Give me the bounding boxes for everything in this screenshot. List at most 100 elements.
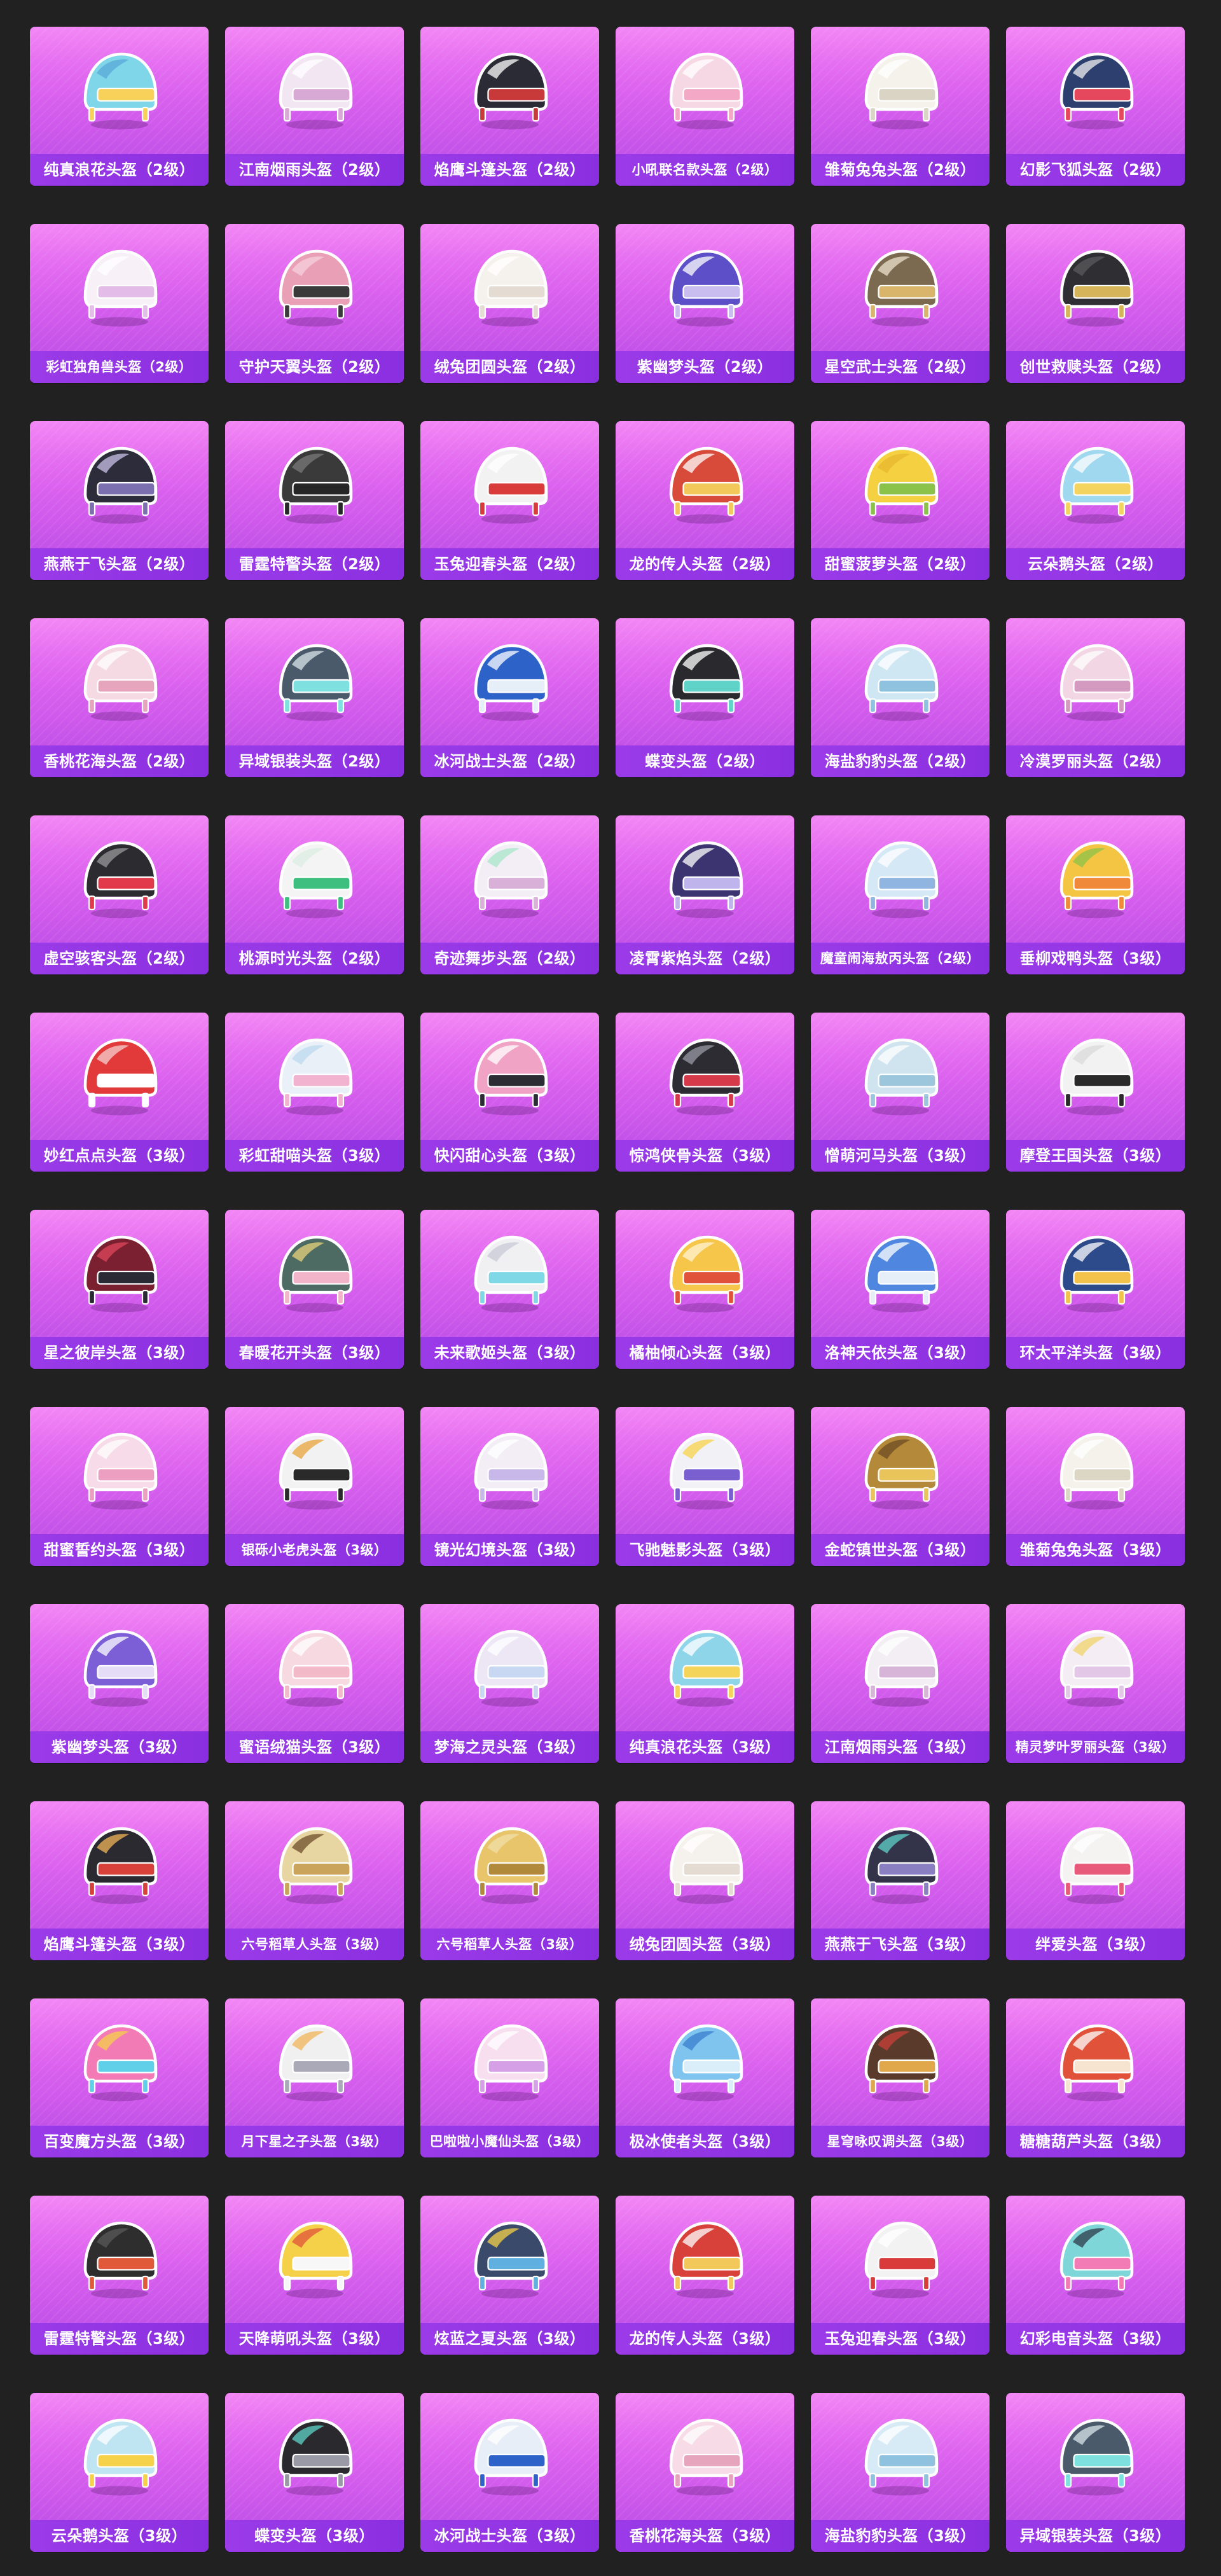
helmet-card[interactable]: 虚空骇客头盔（2级） [30,815,209,974]
helmet-name-label: 甜蜜誓约头盔（3级） [30,1534,209,1566]
helmet-card[interactable]: 雷霆特警头盔（3级） [30,2196,209,2355]
helmet-name-label: 巴啦啦小魔仙头盔（3级） [420,2126,599,2157]
helmet-card[interactable]: 垂柳戏鸭头盔（3级） [1006,815,1185,974]
helmet-card[interactable]: 创世救赎头盔（2级） [1006,224,1185,383]
helmet-card[interactable]: 绒兔团圆头盔（3级） [616,1801,794,1960]
helmet-card[interactable]: 云朵鹅头盔（2级） [1006,421,1185,580]
helmet-card[interactable]: 紫幽梦头盔（2级） [616,224,794,383]
helmet-card[interactable]: 龙的传人头盔（2级） [616,421,794,580]
helmet-card[interactable]: 龙的传人头盔（3级） [616,2196,794,2355]
helmet-card[interactable]: 冰河战士头盔（3级） [420,2393,599,2552]
helmet-card[interactable]: 月下星之子头盔（3级） [225,1998,404,2157]
helmet-card[interactable]: 幻彩电音头盔（3级） [1006,2196,1185,2355]
helmet-card[interactable]: 海盐豹豹头盔（3级） [811,2393,990,2552]
helmet-card[interactable]: 巴啦啦小魔仙头盔（3级） [420,1998,599,2157]
helmet-card[interactable]: 蝶变头盔（2级） [616,618,794,777]
helmet-card[interactable]: 冰河战士头盔（2级） [420,618,599,777]
helmet-card[interactable]: 冷漠罗丽头盔（2级） [1006,618,1185,777]
helmet-card[interactable]: 摩登王国头盔（3级） [1006,1013,1185,1172]
helmet-card[interactable]: 绊爱头盔（3级） [1006,1801,1185,1960]
helmet-card[interactable]: 凌霄紫焰头盔（2级） [616,815,794,974]
helmet-card[interactable]: 星之彼岸头盔（3级） [30,1210,209,1369]
helmet-name-label: 彩虹甜喵头盔（3级） [225,1140,404,1172]
helmet-card[interactable]: 环太平洋头盔（3级） [1006,1210,1185,1369]
helmet-card[interactable]: 蜜语绒猫头盔（3级） [225,1604,404,1763]
helmet-icon [83,1235,157,1313]
helmet-name-label: 镜光幻境头盔（3级） [420,1534,599,1566]
helmet-card[interactable]: 洛神天依头盔（3级） [811,1210,990,1369]
helmet-name-label: 香桃花海头盔（2级） [30,745,209,777]
helmet-card[interactable]: 炫蓝之夏头盔（3级） [420,2196,599,2355]
helmet-icon [279,841,352,918]
helmet-card[interactable]: 香桃花海头盔（3级） [616,2393,794,2552]
helmet-card[interactable]: 镜光幻境头盔（3级） [420,1407,599,1566]
helmet-card[interactable]: 幻影飞狐头盔（2级） [1006,27,1185,186]
helmet-card[interactable]: 香桃花海头盔（2级） [30,618,209,777]
helmet-card[interactable]: 甜蜜誓约头盔（3级） [30,1407,209,1566]
helmet-card[interactable]: 奇迹舞步头盔（2级） [420,815,599,974]
helmet-card[interactable]: 甜蜜菠萝头盔（2级） [811,421,990,580]
helmet-card[interactable]: 蝶变头盔（3级） [225,2393,404,2552]
helmet-card[interactable]: 异域银装头盔（2级） [225,618,404,777]
helmet-card[interactable]: 江南烟雨头盔（2级） [225,27,404,186]
helmet-card[interactable]: 异域银装头盔（3级） [1006,2393,1185,2552]
helmet-card[interactable]: 金蛇镇世头盔（3级） [811,1407,990,1566]
helmet-card[interactable]: 绒兔团圆头盔（2级） [420,224,599,383]
helmet-card[interactable]: 雏菊兔兔头盔（2级） [811,27,990,186]
helmet-card[interactable]: 春暖花开头盔（3级） [225,1210,404,1369]
helmet-card[interactable]: 小吼联名款头盔（2级） [616,27,794,186]
helmet-card[interactable]: 雏菊兔兔头盔（3级） [1006,1407,1185,1566]
helmet-icon [864,644,938,721]
helmet-card[interactable]: 憎萌河马头盔（3级） [811,1013,990,1172]
helmet-card[interactable]: 紫幽梦头盔（3级） [30,1604,209,1763]
helmet-card[interactable]: 妙红点点头盔（3级） [30,1013,209,1172]
helmet-card[interactable]: 玉兔迎春头盔（2级） [420,421,599,580]
helmet-card[interactable]: 六号稻草人头盔（3级） [225,1801,404,1960]
helmet-card[interactable]: 桃源时光头盔（2级） [225,815,404,974]
helmet-card[interactable]: 玉兔迎春头盔（3级） [811,2196,990,2355]
helmet-card[interactable]: 快闪甜心头盔（3级） [420,1013,599,1172]
helmet-card[interactable]: 焰鹰斗篷头盔（2级） [420,27,599,186]
helmet-card[interactable]: 星穹咏叹调头盔（3级） [811,1998,990,2157]
helmet-icon [474,1038,548,1116]
helmet-card[interactable]: 未来歌姬头盔（3级） [420,1210,599,1369]
helmet-card[interactable]: 云朵鹅头盔（3级） [30,2393,209,2552]
helmet-card[interactable]: 飞驰魅影头盔（3级） [616,1407,794,1566]
helmet-card[interactable]: 惊鸿侠骨头盔（3级） [616,1013,794,1172]
helmet-card[interactable]: 守护天翼头盔（2级） [225,224,404,383]
helmet-icon [669,2024,743,2102]
helmet-card[interactable]: 纯真浪花头盔（2级） [30,27,209,186]
helmet-name-label: 飞驰魅影头盔（3级） [616,1534,794,1566]
helmet-card[interactable]: 雷霆特警头盔（2级） [225,421,404,580]
helmet-name-label: 异域银装头盔（3级） [1006,2520,1185,2552]
helmet-card[interactable]: 银砾小老虎头盔（3级） [225,1407,404,1566]
helmet-card[interactable]: 精灵梦叶罗丽头盔（3级） [1006,1604,1185,1763]
helmet-card[interactable]: 极冰使者头盔（3级） [616,1998,794,2157]
helmet-card[interactable]: 彩虹甜喵头盔（3级） [225,1013,404,1172]
helmet-card[interactable]: 海盐豹豹头盔（2级） [811,618,990,777]
helmet-icon [864,1827,938,1904]
helmet-card[interactable]: 橘柚倾心头盔（3级） [616,1210,794,1369]
helmet-card[interactable]: 天降萌吼头盔（3级） [225,2196,404,2355]
helmet-card[interactable]: 星空武士头盔（2级） [811,224,990,383]
helmet-icon [864,249,938,327]
helmet-card[interactable]: 江南烟雨头盔（3级） [811,1604,990,1763]
helmet-card[interactable]: 梦海之灵头盔（3级） [420,1604,599,1763]
helmet-icon [279,1827,352,1904]
helmet-card[interactable]: 燕燕于飞头盔（2级） [30,421,209,580]
helmet-name-label: 绒兔团圆头盔（3级） [616,1929,794,1960]
helmet-card[interactable]: 魔童闹海敖丙头盔（2级） [811,815,990,974]
helmet-card[interactable]: 燕燕于飞头盔（3级） [811,1801,990,1960]
helmet-name-label: 玉兔迎春头盔（2级） [420,548,599,580]
helmet-card[interactable]: 焰鹰斗篷头盔（3级） [30,1801,209,1960]
helmet-card[interactable]: 百变魔方头盔（3级） [30,1998,209,2157]
helmet-card[interactable]: 纯真浪花头盔（3级） [616,1604,794,1763]
helmet-name-label: 创世救赎头盔（2级） [1006,351,1185,383]
helmet-icon [474,1630,548,1707]
helmet-card[interactable]: 彩虹独角兽头盔（2级） [30,224,209,383]
helmet-card[interactable]: 六号稻草人头盔（3级） [420,1801,599,1960]
helmet-card[interactable]: 糖糖葫芦头盔（3级） [1006,1998,1185,2157]
helmet-icon [1059,249,1133,327]
helmet-icon [669,2221,743,2299]
helmet-icon [1059,1432,1133,1510]
